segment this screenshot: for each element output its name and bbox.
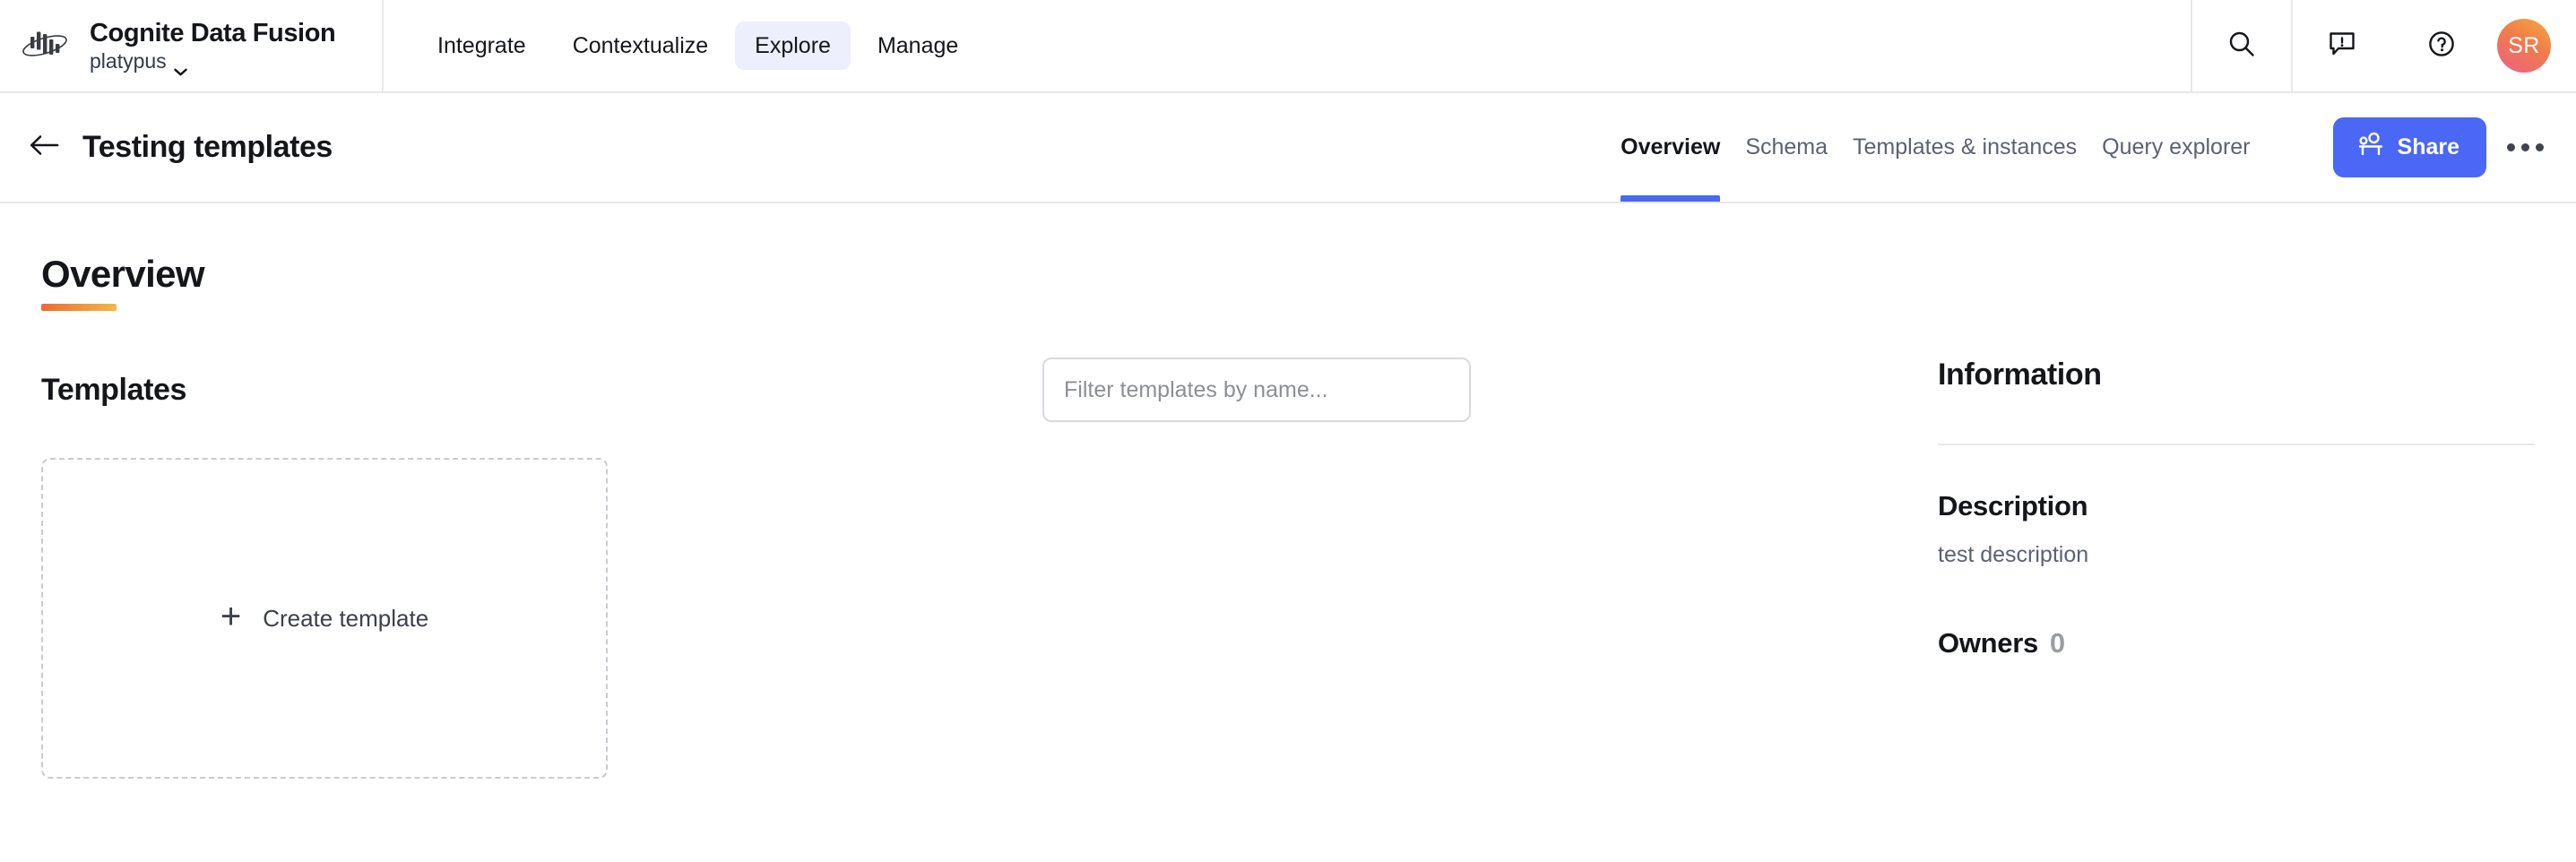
description-text: test description — [1938, 542, 2089, 568]
tab-templates-and-instances[interactable]: Templates & instances — [1840, 93, 2089, 202]
nav-item-contextualize[interactable]: Contextualize — [553, 22, 728, 70]
tab-overview[interactable]: Overview — [1608, 93, 1733, 202]
back-button[interactable] — [25, 129, 63, 167]
main-nav: Integrate Contextualize Explore Manage — [384, 0, 2191, 91]
top-navigation-bar: Cognite Data Fusion platypus Integrate C… — [0, 0, 2576, 93]
project-name: platypus — [90, 49, 167, 73]
project-switcher[interactable]: platypus — [90, 49, 335, 76]
feedback-icon — [2328, 30, 2356, 63]
feedback-button[interactable] — [2291, 0, 2391, 91]
overview-heading-underline — [41, 304, 117, 312]
owners-row: Owners 0 — [1938, 627, 2535, 659]
page-header: Testing templates Overview Schema Templa… — [0, 93, 2576, 203]
share-button[interactable]: Share — [2332, 117, 2486, 177]
brand-text: Cognite Data Fusion platypus — [90, 18, 336, 76]
content-grid: Templates + Create template Information … — [41, 358, 2535, 780]
page-tabs: Overview Schema Templates & instances Qu… — [1608, 93, 2262, 202]
create-template-card[interactable]: + Create template — [41, 458, 608, 780]
owners-count: 0 — [2049, 627, 2066, 659]
arrow-left-icon — [29, 133, 59, 162]
ellipsis-icon — [2506, 143, 2544, 151]
information-heading: Information — [1938, 358, 2102, 392]
people-icon — [2356, 132, 2385, 163]
nav-item-explore[interactable]: Explore — [735, 22, 851, 70]
more-options-button[interactable] — [2497, 120, 2553, 176]
search-icon — [2226, 29, 2257, 64]
nav-item-manage[interactable]: Manage — [858, 22, 978, 70]
information-panel: Information Description test description… — [1852, 358, 2535, 659]
information-divider — [1938, 444, 2535, 446]
top-bar-actions: SR — [2191, 0, 2576, 91]
app-title: Cognite Data Fusion — [90, 18, 336, 47]
create-template-label: Create template — [263, 604, 429, 632]
owners-label: Owners — [1938, 627, 2038, 659]
page-title: Testing templates — [82, 130, 333, 164]
search-button[interactable] — [2191, 0, 2291, 91]
share-button-label: Share — [2397, 134, 2459, 159]
brand-block[interactable]: Cognite Data Fusion platypus — [0, 0, 384, 91]
templates-header-row: Templates — [41, 358, 1852, 423]
avatar[interactable]: SR — [2497, 19, 2551, 73]
tab-schema[interactable]: Schema — [1733, 93, 1840, 202]
main-content: Overview Templates + Create template Inf… — [0, 203, 2576, 780]
filter-templates-input[interactable] — [1042, 358, 1471, 423]
templates-heading: Templates — [41, 372, 187, 407]
nav-item-integrate[interactable]: Integrate — [418, 22, 546, 70]
templates-section: Templates + Create template — [41, 358, 1852, 780]
overview-heading-block: Overview — [41, 253, 205, 312]
help-button[interactable] — [2391, 0, 2492, 91]
tab-query-explorer[interactable]: Query explorer — [2089, 93, 2262, 202]
plus-icon: + — [220, 597, 242, 637]
description-heading: Description — [1938, 490, 2088, 522]
help-icon — [2427, 30, 2456, 63]
chevron-down-icon — [173, 57, 187, 76]
overview-heading: Overview — [41, 253, 205, 295]
cognite-logo-icon — [20, 26, 70, 65]
